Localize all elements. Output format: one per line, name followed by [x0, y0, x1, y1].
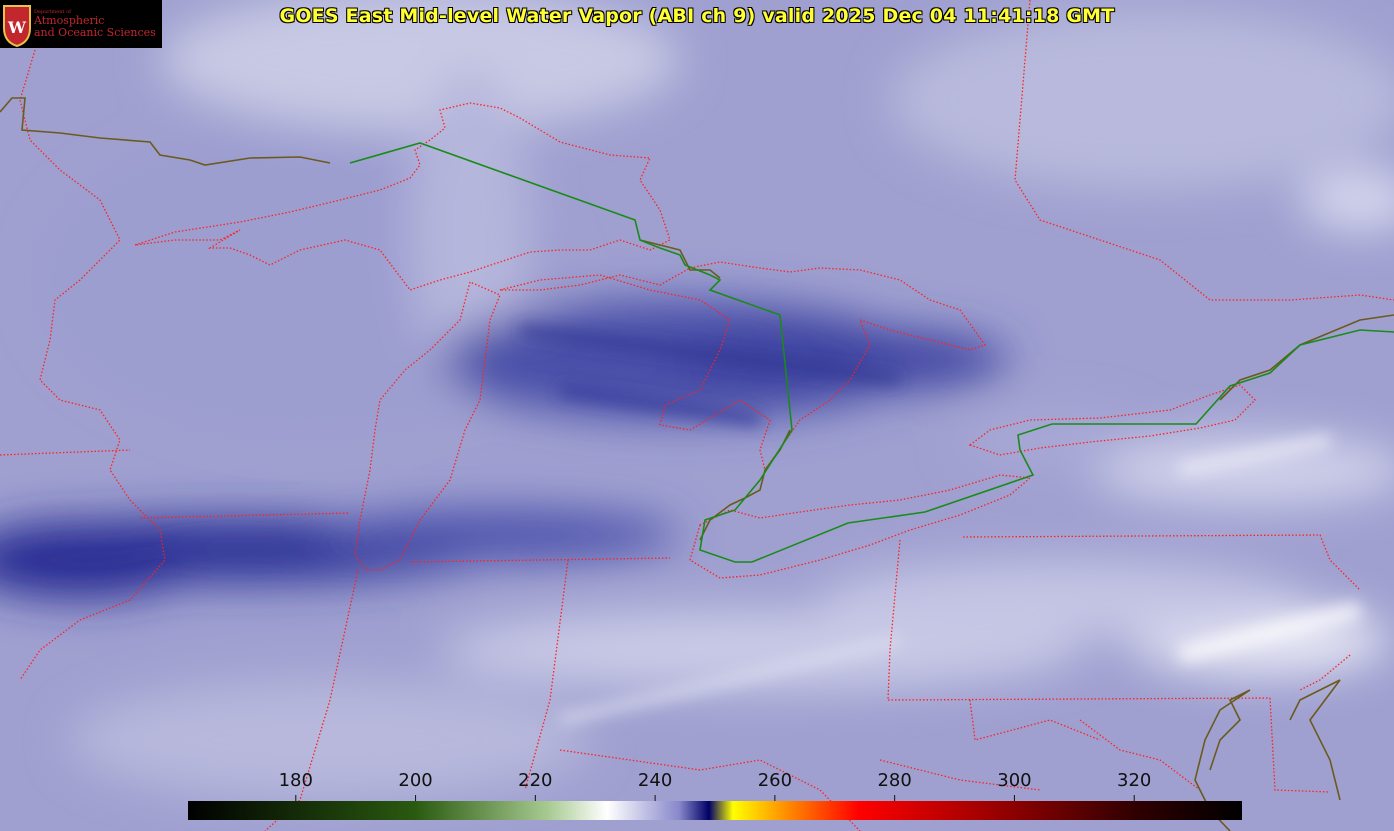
colorbar-tick-label: 240 [637, 770, 673, 791]
colorbar-tick-label: 320 [1117, 770, 1152, 791]
logo-line-2: and Oceanic Sciences [34, 26, 156, 39]
colorbar-tick-label: 280 [877, 770, 912, 791]
colorbar-tick-label: 260 [757, 770, 793, 791]
colorbar-tick-label: 300 [997, 770, 1032, 791]
product-title: GOES East Mid-level Water Vapor (ABI ch … [279, 5, 1115, 27]
colorbar-tick-label: 180 [278, 770, 313, 791]
colorbar-tick-label: 200 [398, 770, 433, 791]
map-viewer: W Department of Atmospheric and Oceanic … [0, 0, 1394, 831]
colorbar-tick-label: 220 [518, 770, 553, 791]
water-vapor-map [0, 0, 1394, 831]
colorbar-ramp [188, 801, 1242, 820]
